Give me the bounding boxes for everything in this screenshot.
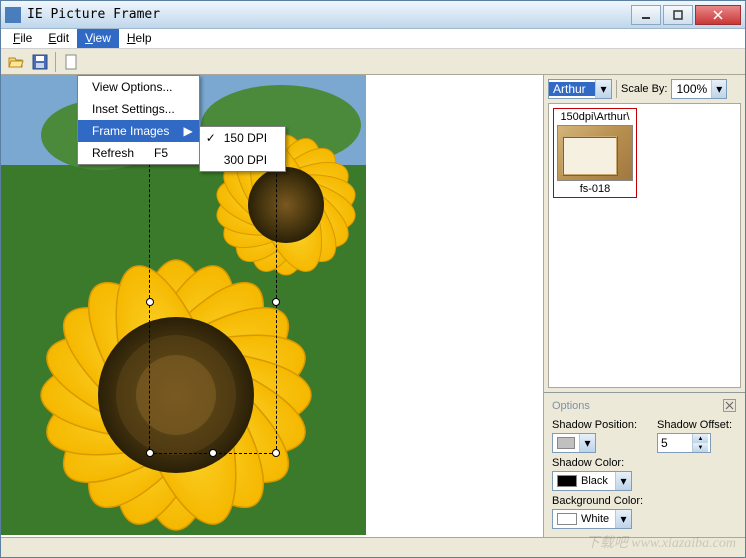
minimize-button[interactable] xyxy=(631,5,661,25)
color-swatch-white xyxy=(557,513,577,525)
shadow-offset-input[interactable] xyxy=(658,436,692,450)
menu-help[interactable]: Help xyxy=(119,29,160,48)
view-dropdown-menu: View Options... Inset Settings... Frame … xyxy=(77,75,200,165)
window-title: IE Picture Framer xyxy=(27,7,629,22)
frame-thumb-path: 150dpi\Arthur\ xyxy=(556,111,634,123)
document-icon xyxy=(63,54,79,70)
menu-frame-images[interactable]: Frame Images ▶ xyxy=(78,120,199,142)
shadow-color-label: Shadow Color: xyxy=(552,457,737,469)
right-panel: Arthur ▾ Scale By: 100% ▾ 150dpi\Arthur\… xyxy=(543,75,745,537)
menu-view[interactable]: View xyxy=(77,29,119,48)
chevron-down-icon: ▾ xyxy=(579,434,595,452)
chevron-down-icon: ▾ xyxy=(711,80,726,98)
menu-edit[interactable]: Edit xyxy=(40,29,77,48)
menu-refresh[interactable]: Refresh F5 xyxy=(78,142,199,164)
spinner-down-icon[interactable]: ▼ xyxy=(692,443,708,452)
shadow-color-combo[interactable]: Black ▾ xyxy=(552,471,632,491)
color-swatch-black xyxy=(557,475,577,487)
close-icon xyxy=(723,399,736,412)
frame-thumb-name: fs-018 xyxy=(556,183,634,195)
frames-list[interactable]: 150dpi\Arthur\ fs-018 xyxy=(548,103,741,388)
shadow-position-label: Shadow Position: xyxy=(552,419,637,431)
toolbar xyxy=(1,49,745,75)
scale-by-label: Scale By: xyxy=(621,83,667,95)
app-window: IE Picture Framer File Edit View Help Vi… xyxy=(0,0,746,558)
menu-view-options[interactable]: View Options... xyxy=(78,76,199,98)
frame-thumbnail[interactable]: 150dpi\Arthur\ fs-018 xyxy=(553,108,637,198)
options-close-button[interactable] xyxy=(723,399,737,413)
shadow-offset-spinner[interactable]: ▲ ▼ xyxy=(657,433,711,453)
background-color-combo[interactable]: White ▾ xyxy=(552,509,632,529)
submenu-arrow-icon: ▶ xyxy=(183,124,192,138)
save-button[interactable] xyxy=(29,51,51,73)
app-icon xyxy=(5,7,21,23)
scale-by-combo[interactable]: 100% ▾ xyxy=(671,79,727,99)
tool-button-3[interactable] xyxy=(60,51,82,73)
folder-open-icon xyxy=(8,54,24,70)
floppy-icon xyxy=(32,54,48,70)
position-swatch xyxy=(557,437,575,449)
open-button[interactable] xyxy=(5,51,27,73)
refresh-shortcut: F5 xyxy=(154,146,168,160)
statusbar xyxy=(1,537,745,557)
toolbar-separator xyxy=(55,52,56,72)
frame-category-combo[interactable]: Arthur ▾ xyxy=(548,79,612,99)
spinner-up-icon[interactable]: ▲ xyxy=(692,434,708,443)
menubar: File Edit View Help xyxy=(1,29,745,49)
menu-inset-settings[interactable]: Inset Settings... xyxy=(78,98,199,120)
divider xyxy=(616,80,617,98)
frame-images-submenu: ✓ 150 DPI 300 DPI xyxy=(199,126,286,172)
content-area: View Options... Inset Settings... Frame … xyxy=(1,75,745,537)
close-button[interactable] xyxy=(695,5,741,25)
maximize-button[interactable] xyxy=(663,5,693,25)
menu-file[interactable]: File xyxy=(5,29,40,48)
options-panel: Options Shadow Position: ▾ Shadow xyxy=(544,392,745,537)
chevron-down-icon: ▾ xyxy=(615,472,631,490)
submenu-150dpi[interactable]: ✓ 150 DPI xyxy=(200,127,285,149)
chevron-down-icon: ▾ xyxy=(615,510,631,528)
shadow-position-combo[interactable]: ▾ xyxy=(552,433,596,453)
check-icon: ✓ xyxy=(206,131,216,145)
background-color-label: Background Color: xyxy=(552,495,737,507)
titlebar[interactable]: IE Picture Framer xyxy=(1,1,745,29)
chevron-down-icon: ▾ xyxy=(595,80,611,98)
frame-preview-image xyxy=(557,125,633,181)
shadow-offset-label: Shadow Offset: xyxy=(657,419,732,431)
submenu-300dpi[interactable]: 300 DPI xyxy=(200,149,285,171)
options-title: Options xyxy=(552,400,590,412)
